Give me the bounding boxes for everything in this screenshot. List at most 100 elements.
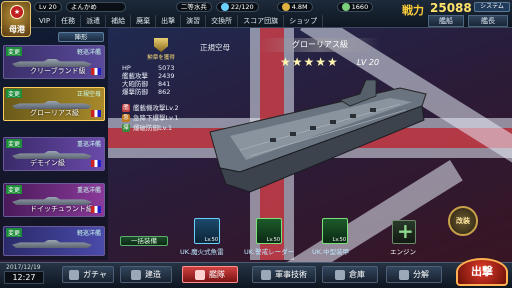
top-menu: VIP 任務 派遣 補給 廃棄 出撃 演習 交換所 スコア団旗 ショップ [34,14,324,27]
menu-vip[interactable]: VIP [34,14,57,27]
ship-card-3[interactable]: 変更 重巡洋艦 デモイン級 [3,137,105,171]
equip-slot-radar[interactable]: Lv.50 [256,218,282,244]
dismantle-icon [399,269,409,280]
stat-row-bomb-defense: 爆撃防御 862 [122,88,171,96]
menu-missions[interactable]: 任務 [56,14,82,27]
gacha-icon [69,269,80,280]
tab-captains[interactable]: 艦長 [468,15,508,27]
clock: 12:27 [4,271,44,284]
engine-label: エンジン [390,248,416,256]
change-button[interactable]: 変更 [6,185,23,194]
medal-badge[interactable]: 勲章を獲得 [145,38,177,64]
ammo-icon [281,3,290,11]
date-label: 2017/12/19 [6,264,41,271]
nation-flag-icon [91,206,101,213]
stat-row-air-attack: 艦載攻撃 2439 [122,72,175,80]
nation-flag-icon [91,110,101,117]
ship-class: 軽巡洋艦 [76,230,101,237]
power-value: 25088 [430,1,472,15]
nav-gacha[interactable]: ガチャ [62,266,114,283]
ship-level: LV 20 [357,58,380,67]
system-button[interactable]: システム [474,2,510,12]
top-bar: Lv 20 よんかめ 二等水兵 22/120 4.8M 1660 VIP 任務 … [0,0,512,28]
equip-slot-torpedo[interactable]: Lv.50 [194,218,220,244]
change-button[interactable]: 変更 [6,89,23,98]
sortie-button[interactable]: 出撃 [456,258,508,286]
ship-card-1[interactable]: 変更 軽巡洋艦 クリーブランド級 [3,45,105,79]
tech-icon [261,269,271,280]
gem-icon [341,3,350,11]
equip-label: UK.魔火式魚雷 [180,248,224,256]
dive-bomb-skill-icon: 急 [122,114,130,122]
ship-card-2-selected[interactable]: 変更 正規空母 グローリアス級 [3,87,105,121]
ship-name: ドイッチュラント級 [30,205,93,213]
stat-row-gun-defense: 大砲防御 841 [122,80,171,88]
menu-exercise[interactable]: 演習 [181,14,207,27]
tab-ships[interactable]: 艦船 [428,15,464,27]
home-port-emblem[interactable]: ★ 母港 [1,1,31,37]
menu-score-flag[interactable]: スコア団旗 [238,14,285,27]
fuel-icon [220,3,229,11]
ammo-counter: 4.8M [276,2,313,12]
ship-silhouette-icon [12,240,92,248]
menu-sortie[interactable]: 出撃 [156,14,182,27]
player-name[interactable]: よんかめ [65,2,126,12]
equip-label: UK.中型装甲 [312,248,350,256]
nation-flag-icon [91,160,101,167]
warehouse-icon [335,269,345,280]
nation-flag-icon [91,68,101,75]
nav-military-tech[interactable]: 軍事技術 [252,266,316,283]
skill-item[interactable]: 爆爆破防御Lv.1 [122,123,179,133]
stat-row-hp: HP 5073 [122,64,175,72]
menu-exchange[interactable]: 交換所 [206,14,239,27]
nav-dismantle[interactable]: 分解 [386,266,442,283]
ship-class: 正規空母 [76,91,101,98]
ship-stats: HP 5073 艦載攻撃 2439 大砲防御 841 爆撃防御 862 [122,64,192,96]
menu-shop[interactable]: ショップ [284,14,324,27]
defense-skill-icon: 爆 [122,124,130,132]
power-label: 戦力 [402,4,424,17]
status-row: Lv 20 よんかめ 二等水兵 22/120 4.8M 1660 [34,1,377,13]
equip-slot-armor[interactable]: Lv.50 [322,218,348,244]
menu-dispatch[interactable]: 派遣 [81,14,107,27]
ship-name: クリーブランド級 [30,67,86,75]
ship-icon [195,269,205,280]
rank-badge-icon: ★ [10,5,24,19]
nav-build[interactable]: 建造 [120,266,172,283]
skill-item[interactable]: 艦艦載機攻撃Lv.2 [122,103,179,113]
equip-label: UK.警戒レーダー [244,248,295,256]
equip-all-button[interactable]: 一括装備 [120,236,168,246]
ship-name: グローリアス級 [30,109,79,117]
skill-item[interactable]: 急急降下爆撃Lv.1 [122,113,179,123]
star-rating: ★★★★★ [280,55,339,69]
change-button[interactable]: 変更 [6,47,23,56]
menu-scrap[interactable]: 廃棄 [131,14,157,27]
ship-class: 軽巡洋艦 [76,49,101,56]
ship-card-5[interactable]: 変更 軽巡洋艦 [3,226,105,256]
wrench-icon [131,269,141,280]
medal-label: 勲章を獲得 [147,55,175,61]
fuel-counter: 22/120 [215,2,259,12]
ship-class: 重巡洋艦 [76,187,101,194]
ship-type: 正規空母 [200,43,230,52]
rank-title: 二等水兵 [175,2,212,12]
home-port-label: 母港 [9,25,25,34]
menu-resupply[interactable]: 補給 [106,14,132,27]
nav-fleet[interactable]: 艦隊 [182,266,238,283]
ship-class: 重巡洋艦 [76,141,101,148]
aircraft-carrier-illustration [209,80,427,193]
ship-name-banner: グローリアス級 [260,38,380,52]
ship-card-4[interactable]: 変更 重巡洋艦 ドイッチュラント級 [3,183,105,217]
medal-icon [154,38,168,52]
skill-list: 艦艦載機攻撃Lv.2 急急降下爆撃Lv.1 爆爆破防御Lv.1 [122,103,179,133]
remodel-button[interactable]: 改装 [448,206,478,236]
nav-warehouse[interactable]: 倉庫 [322,266,378,283]
level-pill: Lv 20 [34,2,62,12]
gem-counter: 1660 [336,2,374,12]
change-button[interactable]: 変更 [6,139,23,148]
plus-icon: + [397,219,414,243]
engine-slot[interactable]: + [392,219,416,244]
aircraft-skill-icon: 艦 [122,104,130,112]
change-button[interactable]: 変更 [6,228,23,237]
formation-button[interactable]: 陣形 [58,32,104,42]
